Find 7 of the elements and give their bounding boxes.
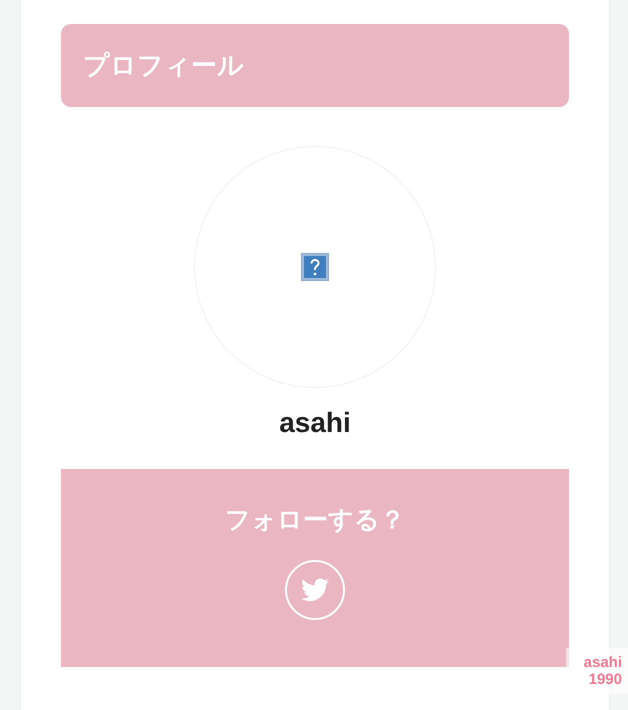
widget-title: プロフィール	[61, 24, 569, 107]
twitter-button[interactable]	[285, 560, 345, 620]
follow-title: フォローする？	[225, 504, 405, 536]
site-logo-link[interactable]: asahi 1990	[566, 648, 628, 694]
broken-image-icon	[301, 253, 329, 281]
bird-icon	[301, 578, 329, 602]
profile-name: asahi	[279, 407, 351, 439]
